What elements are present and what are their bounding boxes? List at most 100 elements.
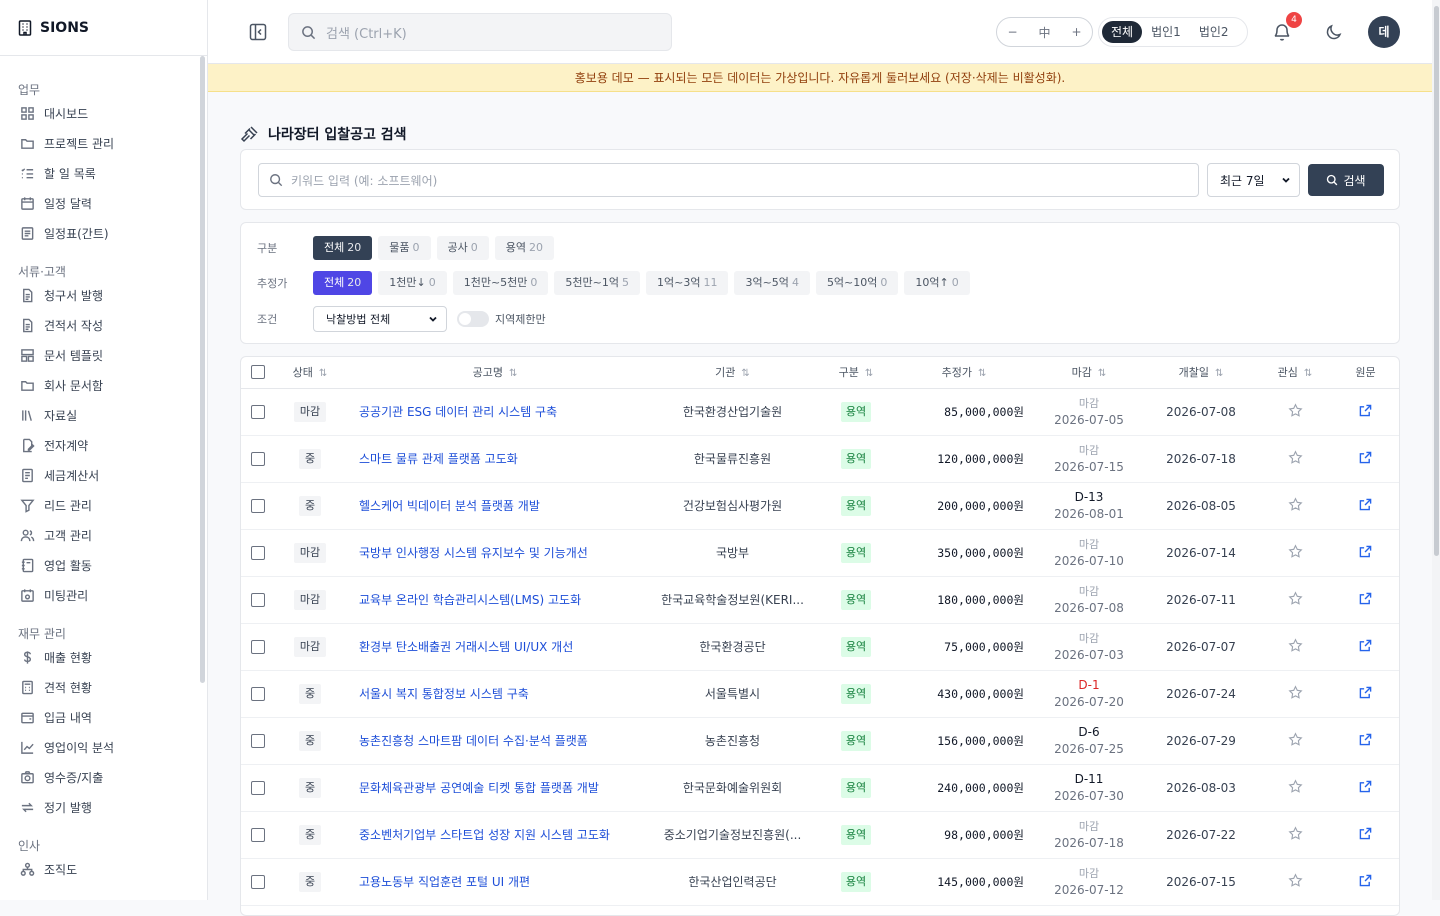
zoom-out-button[interactable]: − (1007, 25, 1017, 39)
select-all-checkbox[interactable] (241, 357, 275, 389)
row-checkbox[interactable] (251, 404, 265, 419)
external-link-icon[interactable] (1359, 639, 1372, 652)
external-link-icon[interactable] (1359, 874, 1372, 887)
table-row[interactable]: 중 문화체육관광부 공연예술 티켓 통합 플랫폼 개발 한국문화예술위원회 용역 240… (241, 764, 1399, 812)
star-icon[interactable] (1287, 449, 1303, 465)
bid-title-link[interactable]: 공공기관 ESG 데이터 관리 시스템 구축 (345, 388, 645, 436)
sidebar-scrollbar[interactable] (200, 56, 205, 683)
sidebar-item[interactable]: 대시보드 (0, 98, 207, 128)
row-checkbox[interactable] (251, 545, 265, 560)
header-open-date[interactable]: 개찰일 ⇅ (1142, 357, 1260, 389)
bid-title-link[interactable]: 문화체육관광부 공연예술 티켓 통합 플랫폼 개발 (345, 764, 645, 812)
external-link-icon[interactable] (1359, 404, 1372, 417)
external-link-icon[interactable] (1359, 780, 1372, 793)
header-org[interactable]: 기관 ⇅ (645, 357, 820, 389)
corp-tab-2[interactable]: 법인2 (1190, 21, 1238, 43)
external-link-icon[interactable] (1359, 451, 1372, 464)
price-chip[interactable]: 5억~10억 0 (815, 271, 899, 295)
header-favorite[interactable]: 관심 ⇅ (1260, 357, 1330, 389)
category-chip[interactable]: 전체 20 (313, 236, 373, 260)
bid-title-link[interactable]: 농촌진흥청 스마트팜 데이터 수집·분석 플랫폼 (345, 717, 645, 765)
row-checkbox[interactable] (251, 592, 265, 607)
sidebar-item[interactable]: 전자계약 (0, 430, 207, 460)
sidebar-item[interactable]: 회사 문서함 (0, 370, 207, 400)
external-link-icon[interactable] (1359, 686, 1372, 699)
price-chip[interactable]: 1천만↓ 0 (378, 271, 447, 295)
table-row[interactable]: 중 서울시 복지 통합정보 시스템 구축 서울특별시 용역 430,000,000원 D-… (241, 670, 1399, 718)
bid-title-link[interactable]: 스마트 물류 관제 플랫폼 고도화 (345, 435, 645, 483)
bid-title-link[interactable]: 환경부 탄소배출권 거래시스템 UI/UX 개선 (345, 623, 645, 671)
table-row[interactable]: 마감 국방부 인사행정 시스템 유지보수 및 기능개선 국방부 용역 350,000,0… (241, 529, 1399, 577)
external-link-icon[interactable] (1359, 498, 1372, 511)
category-chip[interactable]: 공사 0 (436, 236, 489, 260)
region-limit-toggle[interactable] (457, 311, 489, 327)
bid-title-link[interactable]: 국방부 인사행정 시스템 유지보수 및 기능개선 (345, 529, 645, 577)
avatar[interactable]: 데 (1368, 16, 1400, 48)
sidebar-item[interactable]: 조직도 (0, 854, 207, 884)
bid-title-link[interactable]: 중소벤처기업부 스타트업 성장 지원 시스템 고도화 (345, 811, 645, 859)
sidebar-item[interactable]: 영수증/지출 (0, 762, 207, 792)
bid-title-link[interactable]: 고용노동부 직업훈련 포털 UI 개편 (345, 858, 645, 906)
sidebar-item[interactable]: 일정 달력 (0, 188, 207, 218)
table-row[interactable]: 중 중소벤처기업부 스타트업 성장 지원 시스템 고도화 중소기업기술정보진흥원(.… (241, 811, 1399, 859)
price-chip[interactable]: 5천만~1억 5 (554, 271, 640, 295)
global-search-input[interactable]: 검색 (Ctrl+K) (288, 13, 672, 51)
external-link-icon[interactable] (1359, 592, 1372, 605)
row-checkbox[interactable] (251, 451, 265, 466)
table-row[interactable]: 마감 교육부 온라인 학습관리시스템(LMS) 고도화 한국교육학술정보원(KERI… (241, 576, 1399, 624)
price-chip[interactable]: 3억~5억 4 (734, 271, 810, 295)
sidebar-item[interactable]: 영업이익 분석 (0, 732, 207, 762)
star-icon[interactable] (1287, 731, 1303, 747)
table-row[interactable]: 중 농촌진흥청 스마트팜 데이터 수집·분석 플랫폼 농촌진흥청 용역 156,000,… (241, 717, 1399, 765)
star-icon[interactable] (1287, 872, 1303, 888)
star-icon[interactable] (1287, 684, 1303, 700)
checkbox[interactable] (251, 365, 265, 380)
sidebar-item[interactable]: 청구서 발행 (0, 280, 207, 310)
corp-tab-all[interactable]: 전체 (1102, 21, 1143, 43)
bid-title-link[interactable]: 교육부 온라인 학습관리시스템(LMS) 고도화 (345, 576, 645, 624)
sidebar-item[interactable]: 할 일 목록 (0, 158, 207, 188)
bid-title-link[interactable]: 헬스케어 빅데이터 분석 플랫폼 개발 (345, 482, 645, 530)
row-checkbox[interactable] (251, 780, 265, 795)
search-button[interactable]: 검색 (1308, 164, 1384, 196)
sidebar-item[interactable]: 영업 활동 (0, 550, 207, 580)
row-checkbox[interactable] (251, 498, 265, 513)
sidebar-item[interactable]: 리드 관리 (0, 490, 207, 520)
price-chip[interactable]: 전체 20 (313, 271, 373, 295)
table-row[interactable]: 마감 환경부 탄소배출권 거래시스템 UI/UX 개선 한국환경공단 용역 75,000… (241, 623, 1399, 671)
table-row[interactable]: 중 헬스케어 빅데이터 분석 플랫폼 개발 건강보험심사평가원 용역 200,000,0… (241, 482, 1399, 530)
header-deadline[interactable]: 마감 ⇅ (1036, 357, 1142, 389)
star-icon[interactable] (1287, 402, 1303, 418)
keyword-input[interactable]: 키워드 입력 (예: 소프트웨어) (258, 163, 1199, 197)
header-status[interactable]: 상태 ⇅ (275, 357, 345, 389)
row-checkbox[interactable] (251, 874, 265, 889)
sidebar-item[interactable]: 세금계산서 (0, 460, 207, 490)
star-icon[interactable] (1287, 637, 1303, 653)
header-category[interactable]: 구분 ⇅ (820, 357, 892, 389)
sidebar-item[interactable]: 미팅관리 (0, 580, 207, 610)
sidebar-item[interactable]: 문서 템플릿 (0, 340, 207, 370)
row-checkbox[interactable] (251, 733, 265, 748)
star-icon[interactable] (1287, 825, 1303, 841)
sidebar-item[interactable]: 프로젝트 관리 (0, 128, 207, 158)
app-logo[interactable]: SIONS (0, 0, 207, 56)
sidebar-toggle-icon[interactable] (248, 22, 268, 42)
row-checkbox[interactable] (251, 827, 265, 842)
star-icon[interactable] (1287, 496, 1303, 512)
category-chip[interactable]: 용역 20 (494, 236, 554, 260)
price-chip[interactable]: 10억↑ 0 (904, 271, 970, 295)
award-method-select[interactable]: 낙찰방법 전체 (313, 306, 447, 332)
sidebar-item[interactable]: 일정표(간트) (0, 218, 207, 248)
page-scrollbar-thumb[interactable] (1434, 6, 1439, 556)
external-link-icon[interactable] (1359, 545, 1372, 558)
zoom-in-button[interactable]: + (1071, 25, 1081, 39)
row-checkbox[interactable] (251, 639, 265, 654)
sidebar-item[interactable]: 견적서 작성 (0, 310, 207, 340)
external-link-icon[interactable] (1359, 827, 1372, 840)
star-icon[interactable] (1287, 590, 1303, 606)
table-row[interactable]: 마감 공공기관 ESG 데이터 관리 시스템 구축 한국환경산업기술원 용역 85,00… (241, 388, 1399, 436)
bid-title-link[interactable]: 서울시 복지 통합정보 시스템 구축 (345, 670, 645, 718)
external-link-icon[interactable] (1359, 733, 1372, 746)
period-select[interactable]: 최근 7일 (1207, 163, 1300, 197)
price-chip[interactable]: 1억~3억 11 (646, 271, 729, 295)
